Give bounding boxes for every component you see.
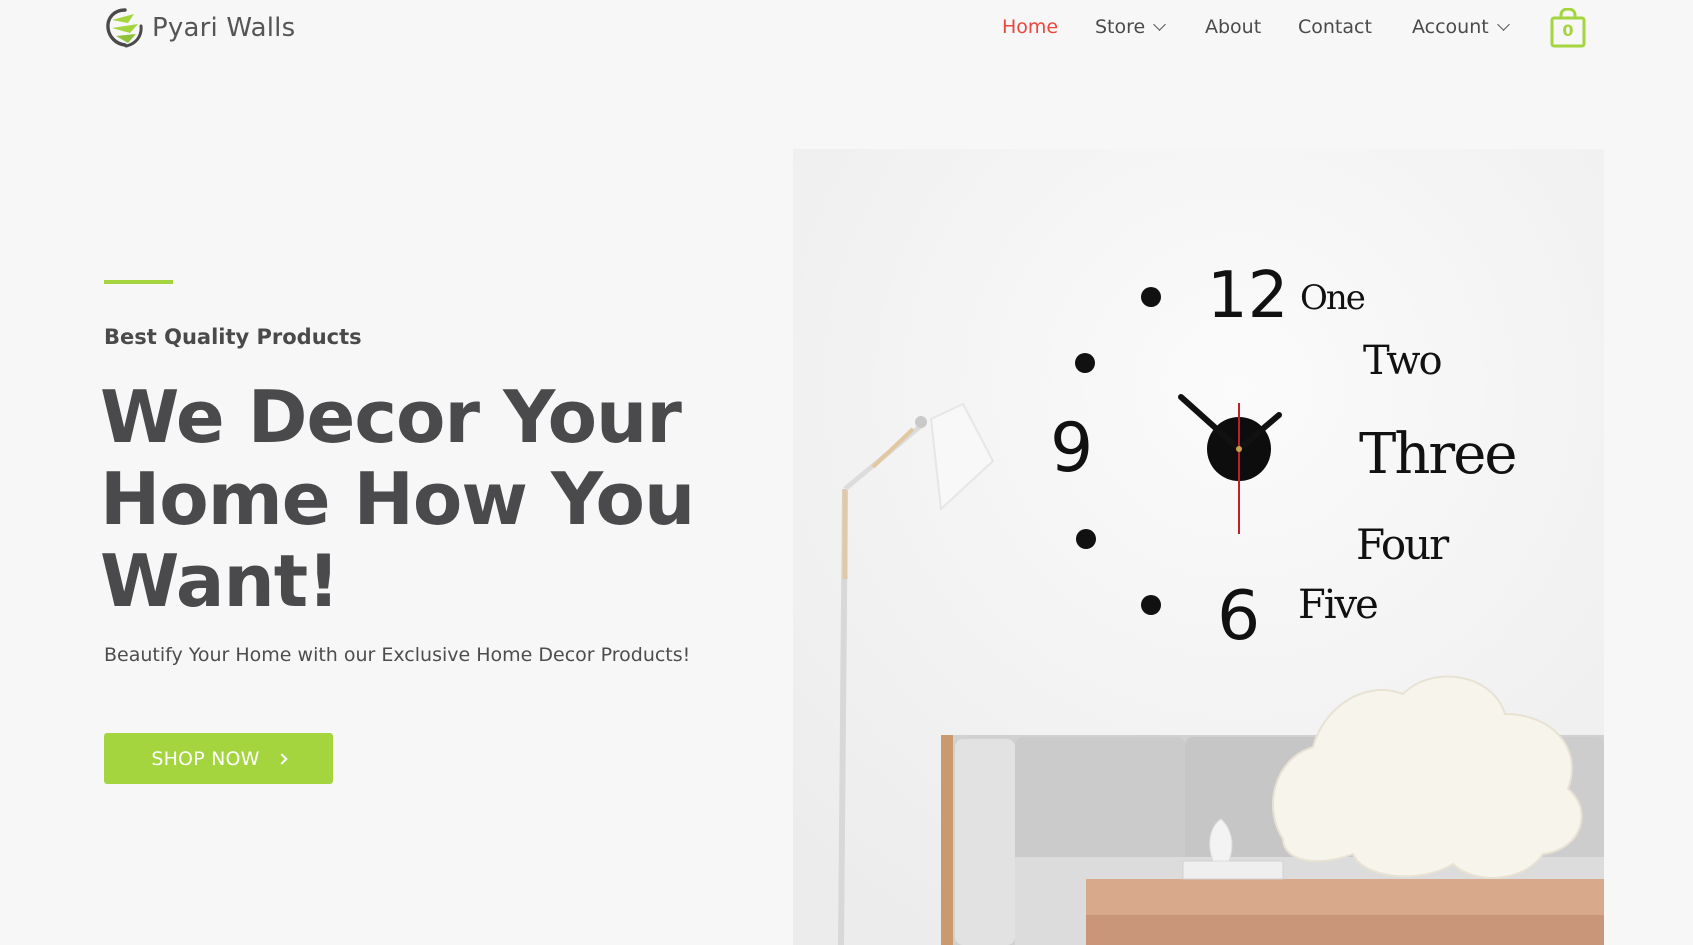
site-header: Pyari Walls Home Store About Contact Acc…: [0, 0, 1693, 64]
chevron-down-icon: [1496, 17, 1510, 31]
chevron-down-icon: [1153, 17, 1167, 31]
brand-name: Pyari Walls: [152, 13, 296, 43]
numeral-6: 6: [1217, 577, 1260, 656]
headline-line-2: Home How You: [100, 457, 695, 541]
nav-account[interactable]: Account: [1412, 16, 1510, 38]
swirl-logo-icon: [106, 8, 143, 48]
nav-contact[interactable]: Contact: [1298, 16, 1372, 38]
word-three: Three: [1359, 422, 1515, 487]
hero-product-image: 12 9 6 One Two Three Four Five: [793, 149, 1604, 945]
nav-home-label: Home: [1002, 16, 1059, 38]
numeral-12: 12: [1207, 259, 1288, 333]
word-four: Four: [1356, 520, 1450, 569]
word-two: Two: [1363, 338, 1441, 384]
shop-now-button[interactable]: SHOP NOW: [104, 733, 333, 784]
nav-about-label: About: [1205, 16, 1262, 38]
hero-eyebrow: Best Quality Products: [104, 325, 362, 349]
nav-about[interactable]: About: [1205, 16, 1261, 38]
nav-contact-label: Contact: [1298, 16, 1372, 38]
headline-line-1: We Decor Your: [100, 375, 682, 459]
nav-account-label: Account: [1412, 16, 1489, 38]
cart-count: 0: [1562, 21, 1574, 40]
hero-headline: We Decor Your Home How You Want!: [100, 376, 740, 622]
hero-subtext: Beautify Your Home with our Exclusive Ho…: [104, 644, 691, 666]
shop-now-label: SHOP NOW: [151, 747, 260, 770]
nav-store[interactable]: Store: [1095, 16, 1167, 38]
brand-logo[interactable]: Pyari Walls: [104, 6, 295, 50]
accent-divider: [104, 280, 173, 284]
nav-store-label: Store: [1095, 16, 1146, 38]
headline-line-3: Want!: [100, 539, 340, 623]
chevron-right-icon: [276, 752, 288, 765]
nav-home[interactable]: Home: [1002, 16, 1058, 38]
word-one: One: [1300, 278, 1365, 318]
cart-button[interactable]: 0: [1550, 7, 1586, 48]
numeral-9: 9: [1050, 409, 1093, 488]
word-five: Five: [1298, 582, 1377, 628]
